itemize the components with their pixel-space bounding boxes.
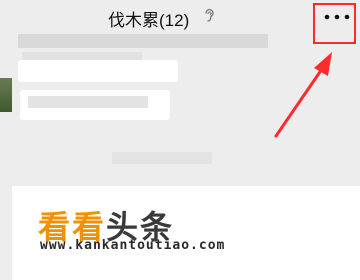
- red-arrow-annotation: [274, 52, 332, 138]
- watermark-url: www.kankantoutiao.com: [40, 238, 226, 253]
- message-bubble: [18, 60, 178, 82]
- blurred-message: [28, 96, 148, 108]
- blurred-message: [18, 34, 268, 48]
- blurred-timestamp: [112, 152, 212, 164]
- chat-header: 伐木累(12): [0, 0, 360, 36]
- chat-title[interactable]: 伐木累(12): [108, 6, 189, 31]
- ear-icon: [205, 8, 214, 22]
- more-button-highlight: [313, 3, 356, 44]
- avatar: [0, 78, 12, 112]
